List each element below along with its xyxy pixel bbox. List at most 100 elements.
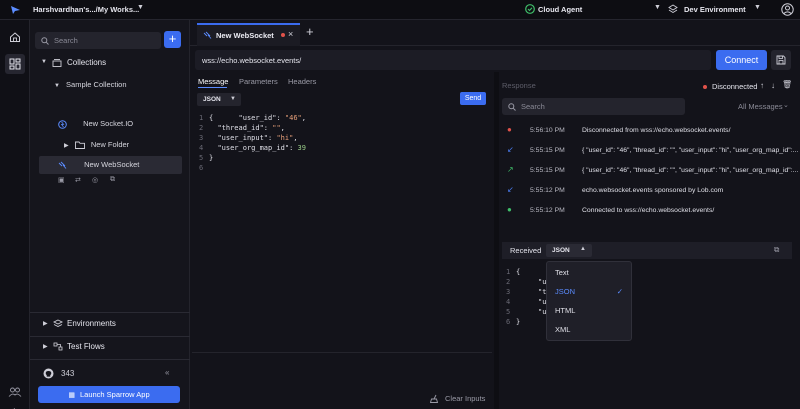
team-icon[interactable] — [8, 386, 22, 398]
github-icon[interactable] — [43, 368, 54, 379]
log-row[interactable]: ↙ 5:55:12 PM echo.websocket.events sponsor… — [502, 180, 800, 200]
collections-label[interactable]: Collections — [67, 58, 106, 67]
arrow-down-icon[interactable]: ↓ — [771, 81, 775, 90]
collection-stack-icon — [52, 59, 62, 67]
add-websocket-icon[interactable]: ⧉ — [110, 176, 115, 184]
line-number: 5 — [506, 308, 511, 316]
send-button[interactable]: Send — [460, 92, 486, 105]
tree-item-new-websocket[interactable]: New WebSocket — [39, 156, 182, 174]
environments-layers-icon — [53, 319, 63, 328]
format-option-text[interactable]: Text — [547, 263, 631, 282]
chevron-down-icon[interactable]: ▼ — [754, 4, 761, 11]
url-input[interactable]: wss://echo.websocket.events/ — [195, 50, 711, 70]
tab-headers[interactable]: Headers — [288, 77, 316, 86]
log-time: 5:56:10 PM — [530, 127, 565, 134]
close-tab-icon[interactable]: × — [288, 29, 293, 39]
log-row[interactable]: ↗ 5:55:15 PM { "user_id": "46", "thread_id… — [502, 160, 800, 180]
test-flows-label[interactable]: Test Flows — [67, 342, 105, 351]
log-row[interactable]: ● 5:56:10 PM Disconnected from wss://echo.… — [502, 120, 800, 140]
url-value: wss://echo.websocket.events/ — [202, 56, 302, 65]
option-label: JSON — [555, 287, 576, 296]
code-token: : — [263, 124, 273, 132]
received-format-select[interactable]: JSON ▲ — [546, 244, 592, 257]
format-option-json[interactable]: JSON ✓ — [547, 282, 631, 301]
log-row[interactable]: ● 5:55:12 PM Connected to wss://echo.webso… — [502, 200, 800, 220]
unsaved-dot-icon — [281, 33, 285, 37]
sparrow-logo-icon — [11, 6, 20, 14]
home-icon[interactable] — [9, 31, 21, 43]
new-tab-icon[interactable]: + — [306, 24, 314, 39]
log-time: 5:55:12 PM — [530, 187, 565, 194]
add-collection-button[interactable]: + — [164, 31, 181, 48]
tab-parameters[interactable]: Parameters — [239, 77, 278, 86]
top-bar: Harshvardhan's.../My Works... ▼ Cloud Ag… — [0, 0, 800, 20]
line-number: 5 — [199, 154, 204, 162]
caret-right-icon[interactable]: ▶ — [43, 343, 48, 350]
tree-item-label: New Folder — [90, 140, 130, 149]
sidebar-search-input[interactable]: Search — [35, 32, 161, 49]
format-value: JSON — [203, 96, 221, 103]
divider — [30, 336, 190, 337]
chevron-down-icon[interactable]: ⌄ — [783, 101, 789, 109]
copy-icon[interactable]: ⧉ — [774, 245, 779, 255]
error-icon: ● — [507, 125, 512, 134]
received-icon: ↙ — [507, 185, 514, 194]
environment-label[interactable]: Dev Environment — [684, 5, 746, 14]
arrow-up-icon[interactable]: ↑ — [760, 81, 764, 90]
chevron-down-icon[interactable]: ▼ — [654, 4, 661, 11]
line-number: 6 — [199, 164, 204, 172]
caret-down-icon[interactable]: ▼ — [41, 59, 47, 65]
connect-button[interactable]: Connect — [716, 50, 767, 70]
divider — [192, 352, 492, 353]
panel-splitter[interactable] — [494, 72, 499, 409]
workspace-name[interactable]: Harshvardhan's.../My Works... — [33, 5, 139, 14]
environments-label[interactable]: Environments — [67, 319, 116, 328]
message-editor[interactable]: 1{ "user_id": "46", 2 "thread_id": "", 3 "… — [199, 113, 487, 173]
search-placeholder: Search — [54, 36, 78, 45]
log-time: 5:55:12 PM — [530, 207, 565, 214]
line-number: 3 — [199, 134, 204, 142]
message-filter-select[interactable]: All Messages — [738, 102, 783, 111]
save-button[interactable] — [771, 50, 791, 70]
clear-inputs-button[interactable]: Clear Inputs — [445, 394, 485, 403]
response-title: Response — [502, 81, 536, 90]
code-token: 39 — [297, 144, 306, 152]
tab-new-websocket[interactable]: New WebSocket × — [197, 23, 300, 46]
user-avatar-icon[interactable] — [781, 3, 794, 16]
line-number: 4 — [506, 298, 511, 306]
add-socket-io-icon[interactable]: ◎ — [92, 176, 98, 184]
collections-grid-icon[interactable] — [9, 58, 21, 70]
format-option-html[interactable]: HTML — [547, 301, 631, 320]
broom-icon — [430, 394, 439, 403]
connection-status: Disconnected — [712, 82, 758, 91]
trash-icon[interactable]: 🗑 — [782, 80, 792, 89]
caret-right-icon[interactable]: ▶ — [43, 320, 48, 327]
add-folder-icon[interactable]: ▣ — [58, 176, 65, 184]
code-token: , — [280, 124, 285, 132]
tree-item-new-folder[interactable]: ▶ New Folder — [64, 136, 184, 154]
tab-message[interactable]: Message — [198, 77, 228, 86]
sidebar: Search + ▼ Collections ▼ Sample Collecti… — [30, 20, 190, 409]
divider — [30, 312, 190, 313]
format-select[interactable]: JSON ▼ — [197, 93, 241, 106]
code-token: "user_org_map_id" — [217, 144, 290, 152]
tree-item-sample-collection[interactable]: ▼ Sample Collection — [54, 76, 184, 94]
chevron-down-icon[interactable]: ▼ — [137, 4, 144, 11]
code-token: "user_input" — [217, 134, 269, 142]
code-line: 1 { "user_id": "46", — [199, 113, 487, 123]
format-option-xml[interactable]: XML — [547, 320, 631, 339]
tree-item-new-socket-io[interactable]: New Socket.IO — [58, 115, 188, 133]
log-row[interactable]: ↙ 5:55:15 PM { "user_id": "46", "thread_id… — [502, 140, 800, 160]
github-star-count: 343 — [61, 369, 75, 378]
add-request-icon[interactable]: ⇄ — [75, 176, 81, 184]
code-line: 3 "user_input": "hi", — [199, 133, 487, 143]
response-search-input[interactable]: Search — [502, 98, 685, 115]
code-token: "hi" — [276, 134, 294, 142]
agent-label[interactable]: Cloud Agent — [538, 5, 582, 14]
search-icon — [41, 37, 49, 45]
collapse-sidebar-icon[interactable]: « — [165, 368, 169, 377]
launch-sparrow-app-button[interactable]: ▦ Launch Sparrow App — [38, 386, 180, 403]
launch-label: Launch Sparrow App — [79, 390, 150, 399]
chevron-up-icon: ▲ — [580, 246, 586, 252]
caret-right-icon: ▶ — [64, 143, 69, 149]
